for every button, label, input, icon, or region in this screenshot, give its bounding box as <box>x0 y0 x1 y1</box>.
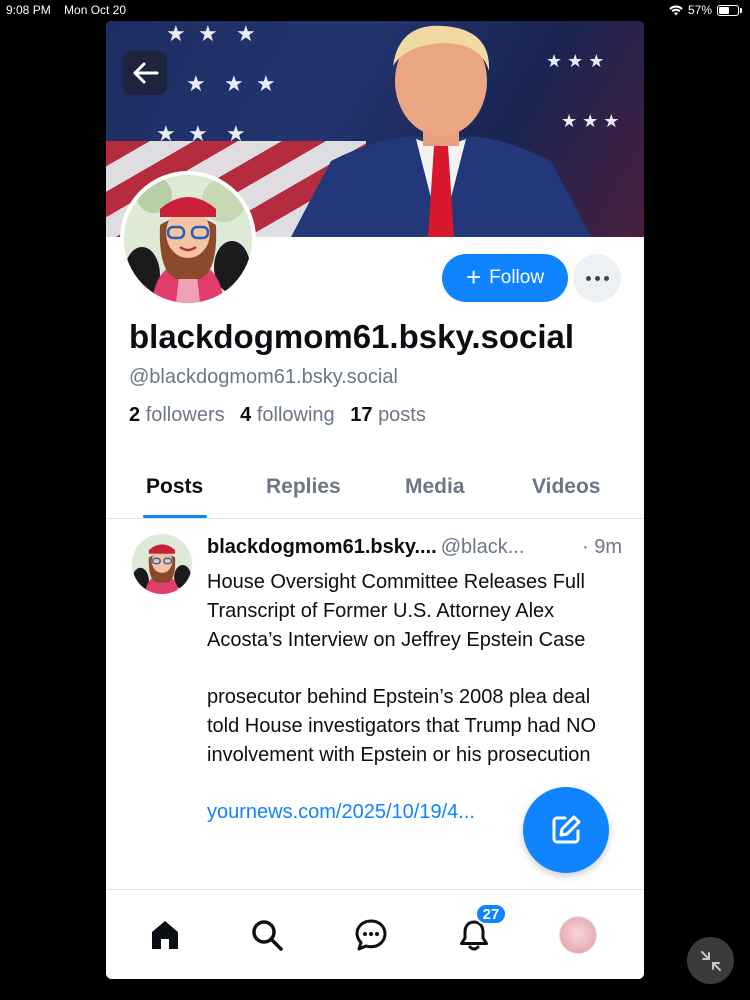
dot-icon <box>594 275 600 281</box>
home-icon <box>152 921 178 949</box>
plus-icon: + <box>465 261 482 292</box>
status-time: 9:08 PM <box>6 3 51 17</box>
follow-button[interactable]: + Follow <box>442 254 568 302</box>
profile-stats: 2 followers 4 following 17 posts <box>129 404 436 427</box>
profile-tabs: Posts Replies Media Videos <box>106 461 644 519</box>
post-paragraph: House Oversight Committee Releases Full … <box>207 571 586 651</box>
post-header: blackdogmom61.bsky.... @black... <box>207 536 524 559</box>
following-stat[interactable]: 4 following <box>240 404 335 426</box>
banner-stars: ★ ★ ★ <box>166 21 256 46</box>
nav-home[interactable] <box>140 910 190 960</box>
status-bar: 9:08 PM Mon Oct 20 57% <box>0 0 750 20</box>
battery-tip <box>740 7 742 13</box>
tab-posts[interactable]: Posts <box>146 475 203 499</box>
back-button[interactable] <box>123 51 167 95</box>
notifications-badge: 27 <box>475 903 507 925</box>
followers-stat[interactable]: 2 followers <box>129 404 225 426</box>
posts-stat: 17 posts <box>350 404 426 426</box>
bottom-nav: 27 <box>106 889 644 979</box>
following-count: 4 <box>240 404 252 426</box>
posts-count: 17 <box>350 404 373 426</box>
avatar-illustration <box>124 175 252 303</box>
nav-profile[interactable] <box>553 910 603 960</box>
exit-fullscreen-button[interactable] <box>687 937 734 984</box>
battery-icon <box>717 4 739 16</box>
more-options-button[interactable] <box>573 254 621 302</box>
dot-icon <box>603 275 609 281</box>
post-author-avatar[interactable] <box>132 534 192 594</box>
banner-stars: ★ ★ ★ <box>186 71 276 96</box>
search-icon <box>252 920 283 951</box>
battery-percent: 57% <box>687 3 712 17</box>
profile-screen: ★ ★ ★ ★ ★ ★ ★ ★ ★ ★ ★ ★ ★ ★ ★ + Follow b… <box>106 21 644 979</box>
dot-icon <box>585 275 591 281</box>
post-paragraph: prosecutor behind Epstein’s 2008 plea de… <box>207 686 597 766</box>
status-date: Mon Oct 20 <box>64 3 127 17</box>
tab-media[interactable]: Media <box>405 475 465 499</box>
chat-icon <box>355 919 387 951</box>
post-author-handle[interactable]: @black... <box>441 536 525 558</box>
post-link[interactable]: yournews.com/2025/10/19/4... <box>207 801 475 823</box>
profile-avatar[interactable] <box>120 171 256 307</box>
tab-videos[interactable]: Videos <box>532 475 600 499</box>
nav-notifications[interactable]: 27 <box>449 903 507 960</box>
compose-button[interactable] <box>523 787 609 873</box>
profile-handle: @blackdogmom61.bsky.social <box>129 366 398 388</box>
tab-replies[interactable]: Replies <box>266 475 341 499</box>
wifi-icon <box>669 5 683 15</box>
post-timestamp[interactable]: · 9m <box>582 536 622 559</box>
active-tab-indicator <box>143 515 207 518</box>
profile-display-name: blackdogmom61.bsky.social <box>129 318 575 355</box>
posts-label: posts <box>378 404 426 426</box>
banner-stars: ★ ★ ★ <box>156 121 246 146</box>
avatar-illustration <box>132 534 192 594</box>
compose-icon <box>552 815 581 844</box>
follow-label: Follow <box>489 267 545 288</box>
post-author-name[interactable]: blackdogmom61.bsky.... <box>207 536 437 558</box>
nav-search[interactable] <box>242 910 292 960</box>
arrow-left-icon <box>133 62 159 84</box>
following-label: following <box>256 404 335 426</box>
profile-avatar-small <box>559 916 597 954</box>
followers-label: followers <box>145 404 225 426</box>
collapse-icon <box>700 950 721 971</box>
followers-count: 2 <box>129 404 141 426</box>
banner-person-photo <box>291 25 591 237</box>
nav-chat[interactable] <box>346 910 396 960</box>
